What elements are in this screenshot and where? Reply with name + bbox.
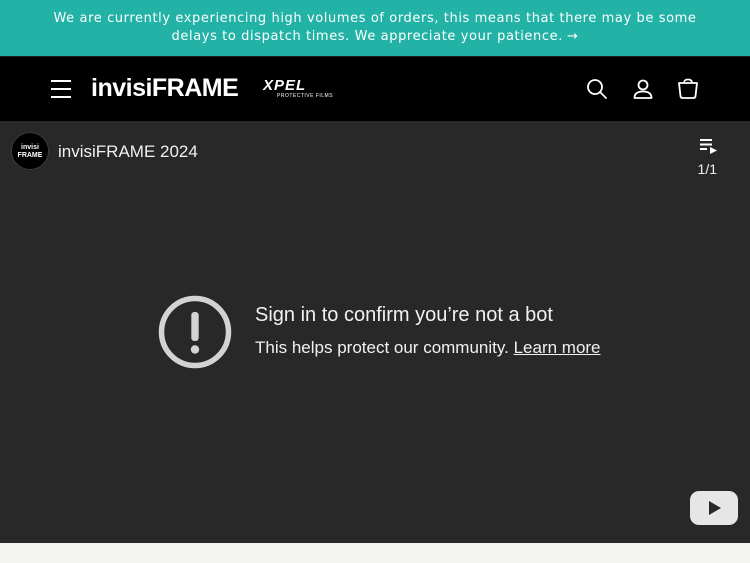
avatar-text-line-1: invisi [21,144,39,151]
menu-icon [51,80,71,82]
announcement-line-2-wrap: delays to dispatch times. We appreciate … [0,28,750,46]
account-icon[interactable] [631,77,655,101]
arrow-right-icon: → [566,29,579,44]
menu-button[interactable] [50,78,74,100]
partner-logo-text: XPEL [263,77,307,94]
alert-icon [158,295,232,369]
cart-icon[interactable] [676,77,700,101]
partner-logo-subtext: PROTECTIVE FILMS [277,93,334,99]
announcement-bar[interactable]: We are currently experiencing high volum… [0,0,750,56]
announcement-line-1: We are currently experiencing high volum… [53,11,697,26]
playlist-icon[interactable] [698,135,720,157]
menu-icon-bar [51,96,71,98]
site-header: invisiFRAME XPEL PROTECTIVE FILMS [0,56,750,121]
channel-avatar[interactable]: invisi FRAME [11,132,49,170]
announcement-line-2: delays to dispatch times. We appreciate … [171,29,563,44]
avatar-text-line-2: FRAME [17,152,43,159]
page-content-below [0,543,750,563]
video-player[interactable]: invisi FRAME invisiFRAME 2024 1/1 Sign i… [0,121,750,543]
bot-check-message: This helps protect our community. Learn … [255,338,601,358]
announcement-link[interactable]: delays to dispatch times. We appreciate … [172,29,579,44]
learn-more-link[interactable]: Learn more [514,338,601,357]
search-icon[interactable] [585,77,609,101]
playlist-count: 1/1 [697,161,717,177]
site-logo[interactable]: invisiFRAME [91,74,239,103]
youtube-icon[interactable] [690,491,738,525]
partner-logo: XPEL PROTECTIVE FILMS [263,77,334,99]
bot-check-body: This helps protect our community. [255,338,509,357]
menu-icon-bar [51,88,71,90]
video-title[interactable]: invisiFRAME 2024 [58,142,198,162]
bot-check-title: Sign in to confirm you’re not a bot [255,304,553,326]
